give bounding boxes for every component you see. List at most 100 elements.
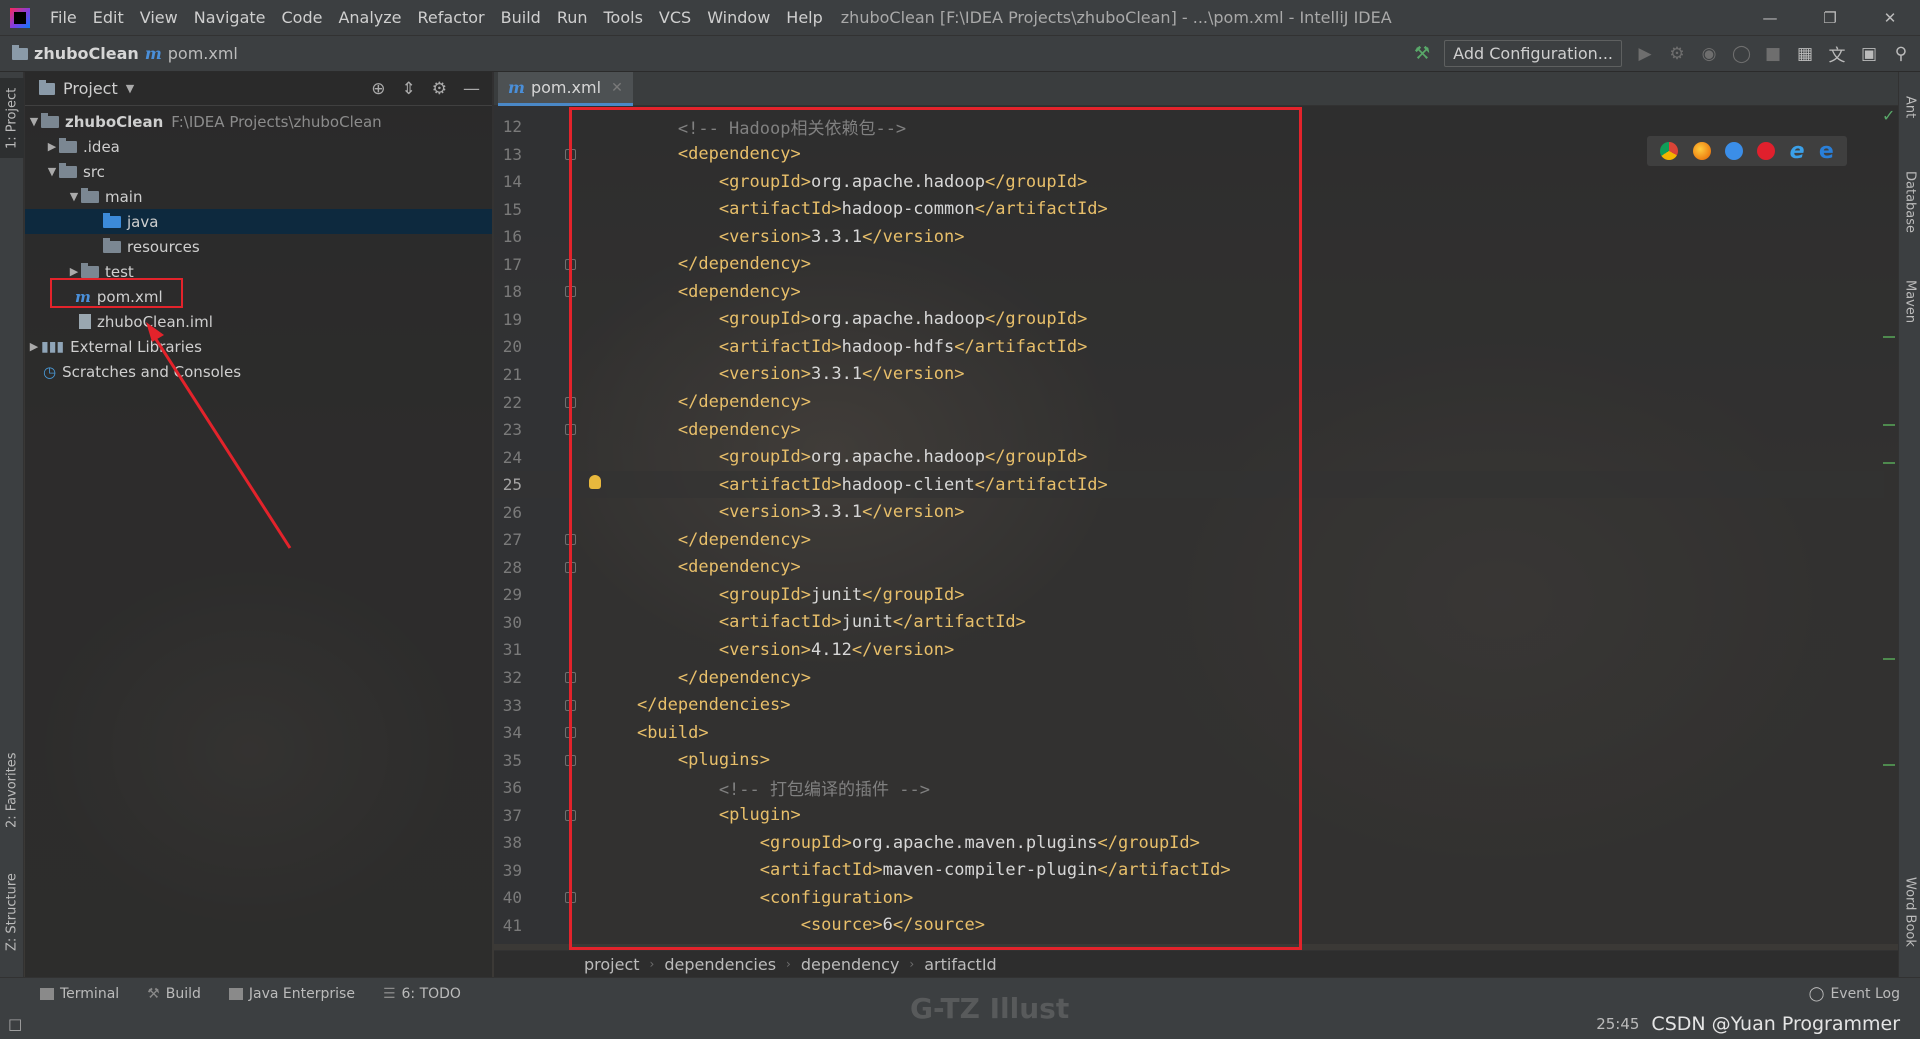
tab-ant-tool[interactable]: Ant bbox=[1899, 82, 1920, 132]
breadcrumb-project[interactable]: project bbox=[584, 955, 640, 974]
tab-structure-tool[interactable]: Z: Structure bbox=[0, 862, 24, 962]
change-marker[interactable] bbox=[1883, 336, 1895, 338]
menu-code[interactable]: Code bbox=[274, 8, 331, 27]
tool-windows-toggle-icon[interactable]: □ bbox=[8, 1015, 22, 1033]
close-icon[interactable]: ✕ bbox=[611, 80, 623, 96]
tree-item-external-libraries[interactable]: ▶ ▮▮▮ External Libraries bbox=[25, 334, 492, 359]
restore-button[interactable]: ❐ bbox=[1800, 0, 1860, 35]
line-number[interactable]: 31 bbox=[494, 640, 522, 659]
hide-panel-icon[interactable]: — bbox=[463, 79, 480, 99]
line-number[interactable]: 26 bbox=[494, 503, 522, 522]
tool-event-log[interactable]: ◯ Event Log bbox=[1809, 986, 1900, 1002]
minimize-button[interactable]: — bbox=[1740, 0, 1800, 35]
line-number[interactable]: 13 bbox=[494, 145, 522, 164]
menu-tools[interactable]: Tools bbox=[596, 8, 651, 27]
menu-file[interactable]: File bbox=[42, 8, 85, 27]
line-number[interactable]: 28 bbox=[494, 558, 522, 577]
line-number[interactable]: 29 bbox=[494, 585, 522, 604]
menu-vcs[interactable]: VCS bbox=[651, 8, 699, 27]
collapsed-arrow-icon[interactable]: ▶ bbox=[45, 140, 59, 153]
line-number[interactable]: 16 bbox=[494, 227, 522, 246]
tree-item-src[interactable]: ▼ src bbox=[25, 159, 492, 184]
breadcrumb-dependency[interactable]: dependency bbox=[801, 955, 900, 974]
locate-file-icon[interactable]: ⊕ bbox=[371, 79, 385, 99]
tab-database-tool[interactable]: Database bbox=[1899, 152, 1920, 252]
tab-project-tool[interactable]: 1: Project bbox=[0, 78, 24, 158]
debug-icon[interactable]: ⚙ bbox=[1668, 44, 1686, 64]
collapsed-arrow-icon[interactable]: ▶ bbox=[27, 340, 41, 353]
menu-analyze[interactable]: Analyze bbox=[330, 8, 409, 27]
chrome-icon[interactable] bbox=[1660, 142, 1679, 160]
build-hammer-icon[interactable]: ⚒ bbox=[1414, 43, 1430, 64]
safari-icon[interactable] bbox=[1724, 142, 1743, 160]
collapsed-arrow-icon[interactable]: ▶ bbox=[67, 265, 81, 278]
tab-favorites-tool[interactable]: 2: Favorites bbox=[0, 740, 24, 840]
menu-navigate[interactable]: Navigate bbox=[186, 8, 274, 27]
menu-refactor[interactable]: Refactor bbox=[410, 8, 493, 27]
close-button[interactable]: ✕ bbox=[1860, 0, 1920, 35]
tree-item-resources[interactable]: resources bbox=[25, 234, 492, 259]
tab-maven-tool[interactable]: Maven bbox=[1899, 262, 1920, 342]
expanded-arrow-icon[interactable]: ▼ bbox=[67, 190, 81, 203]
menu-window[interactable]: Window bbox=[699, 8, 778, 27]
line-number[interactable]: 19 bbox=[494, 310, 522, 329]
line-number[interactable]: 18 bbox=[494, 282, 522, 301]
opera-icon[interactable] bbox=[1757, 142, 1776, 160]
menu-edit[interactable]: Edit bbox=[85, 8, 132, 27]
line-number[interactable]: 37 bbox=[494, 806, 522, 825]
line-number[interactable]: 25 bbox=[494, 475, 522, 494]
nav-file[interactable]: pom.xml bbox=[168, 44, 238, 63]
tree-item-idea[interactable]: ▶ .idea bbox=[25, 134, 492, 159]
tool-build[interactable]: ⚒ Build bbox=[147, 986, 201, 1002]
gear-icon[interactable]: ⚙ bbox=[432, 79, 447, 99]
line-number[interactable]: 21 bbox=[494, 365, 522, 384]
line-number[interactable]: 20 bbox=[494, 337, 522, 356]
translate-icon[interactable]: 文 bbox=[1828, 41, 1846, 66]
line-number[interactable]: 35 bbox=[494, 751, 522, 770]
line-number[interactable]: 27 bbox=[494, 530, 522, 549]
line-number[interactable]: 30 bbox=[494, 613, 522, 632]
tree-item-iml[interactable]: zhuboClean.iml bbox=[25, 309, 492, 334]
project-view-selector[interactable]: Project bbox=[63, 79, 118, 98]
line-number[interactable]: 24 bbox=[494, 448, 522, 467]
error-stripe[interactable]: ✓ bbox=[1882, 106, 1896, 944]
tool-terminal[interactable]: Terminal bbox=[40, 986, 119, 1002]
line-number[interactable]: 23 bbox=[494, 420, 522, 439]
line-number[interactable]: 36 bbox=[494, 778, 522, 797]
line-number[interactable]: 33 bbox=[494, 696, 522, 715]
change-marker[interactable] bbox=[1883, 764, 1895, 766]
expanded-arrow-icon[interactable]: ▼ bbox=[45, 165, 59, 178]
menu-help[interactable]: Help bbox=[778, 8, 830, 27]
tree-item-project-root[interactable]: ▼ zhuboClean F:\IDEA Projects\zhuboClean bbox=[25, 109, 492, 134]
add-configuration-button[interactable]: Add Configuration... bbox=[1444, 40, 1622, 67]
project-structure-icon[interactable]: ▦ bbox=[1796, 44, 1814, 64]
firefox-icon[interactable] bbox=[1692, 142, 1711, 160]
line-number[interactable]: 41 bbox=[494, 916, 522, 935]
caret-position[interactable]: 25:45 bbox=[1596, 1015, 1639, 1033]
inspection-ok-icon[interactable]: ✓ bbox=[1882, 106, 1895, 125]
tab-wordbook-tool[interactable]: Word Book bbox=[1899, 862, 1920, 962]
run-icon[interactable]: ▶ bbox=[1636, 44, 1654, 64]
line-number[interactable]: 32 bbox=[494, 668, 522, 687]
tool-java-enterprise[interactable]: Java Enterprise bbox=[228, 986, 355, 1002]
chevron-down-icon[interactable]: ▼ bbox=[126, 82, 134, 95]
change-marker[interactable] bbox=[1883, 424, 1895, 426]
tab-pom-xml[interactable]: m pom.xml ✕ bbox=[498, 72, 633, 106]
line-number[interactable]: 22 bbox=[494, 393, 522, 412]
line-number[interactable]: 40 bbox=[494, 888, 522, 907]
line-number[interactable]: 39 bbox=[494, 861, 522, 880]
line-number[interactable]: 34 bbox=[494, 723, 522, 742]
line-number[interactable]: 17 bbox=[494, 255, 522, 274]
coverage-icon[interactable]: ◉ bbox=[1700, 44, 1718, 64]
tool-todo[interactable]: ☰ 6: TODO bbox=[383, 986, 461, 1002]
breadcrumb-dependencies[interactable]: dependencies bbox=[664, 955, 776, 974]
line-number[interactable]: 12 bbox=[494, 117, 522, 136]
change-marker[interactable] bbox=[1883, 658, 1895, 660]
edge-icon[interactable]: e bbox=[1819, 139, 1834, 164]
menu-build[interactable]: Build bbox=[493, 8, 549, 27]
nav-project[interactable]: zhuboClean bbox=[34, 44, 139, 63]
line-number[interactable]: 38 bbox=[494, 833, 522, 852]
window-layout-icon[interactable]: ▣ bbox=[1860, 44, 1878, 64]
tree-item-java[interactable]: java bbox=[25, 209, 492, 234]
change-marker[interactable] bbox=[1883, 462, 1895, 464]
